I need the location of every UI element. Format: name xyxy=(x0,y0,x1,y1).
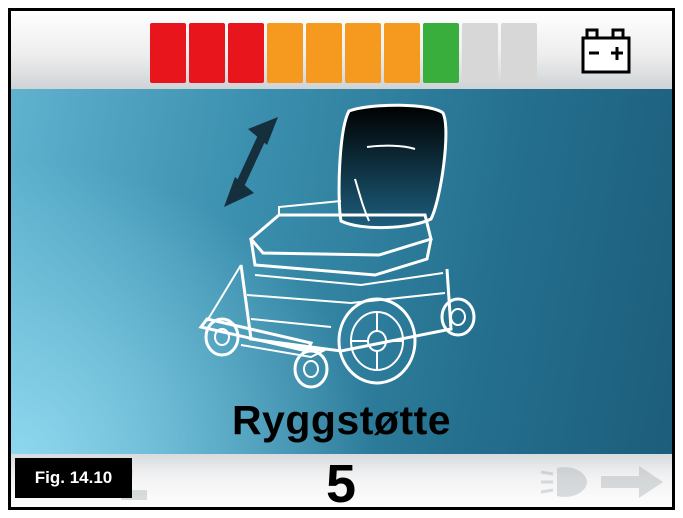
battery-segment-7 xyxy=(384,23,420,83)
status-bar xyxy=(11,11,672,89)
function-panel: Ryggstøtte xyxy=(11,89,672,454)
battery-icon xyxy=(581,28,631,74)
battery-segment-4 xyxy=(267,23,303,83)
headlight-icon[interactable] xyxy=(539,462,589,502)
battery-segment-6 xyxy=(345,23,381,83)
battery-segment-9 xyxy=(462,23,498,83)
function-label: Ryggstøtte xyxy=(231,397,452,443)
battery-segment-1 xyxy=(150,23,186,83)
battery-segment-2 xyxy=(189,23,225,83)
display-screen: Ryggstøtte 5 xyxy=(8,8,675,510)
battery-segment-3 xyxy=(228,23,264,83)
right-arrow-icon[interactable] xyxy=(599,462,665,502)
battery-gauge xyxy=(150,23,537,83)
battery-segment-8 xyxy=(423,23,459,83)
setting-value: 5 xyxy=(325,454,357,510)
battery-segment-5 xyxy=(306,23,342,83)
double-arrow-icon xyxy=(224,117,278,207)
battery-segment-10 xyxy=(501,23,537,83)
figure-label: Fig. 14.10 xyxy=(15,458,132,498)
